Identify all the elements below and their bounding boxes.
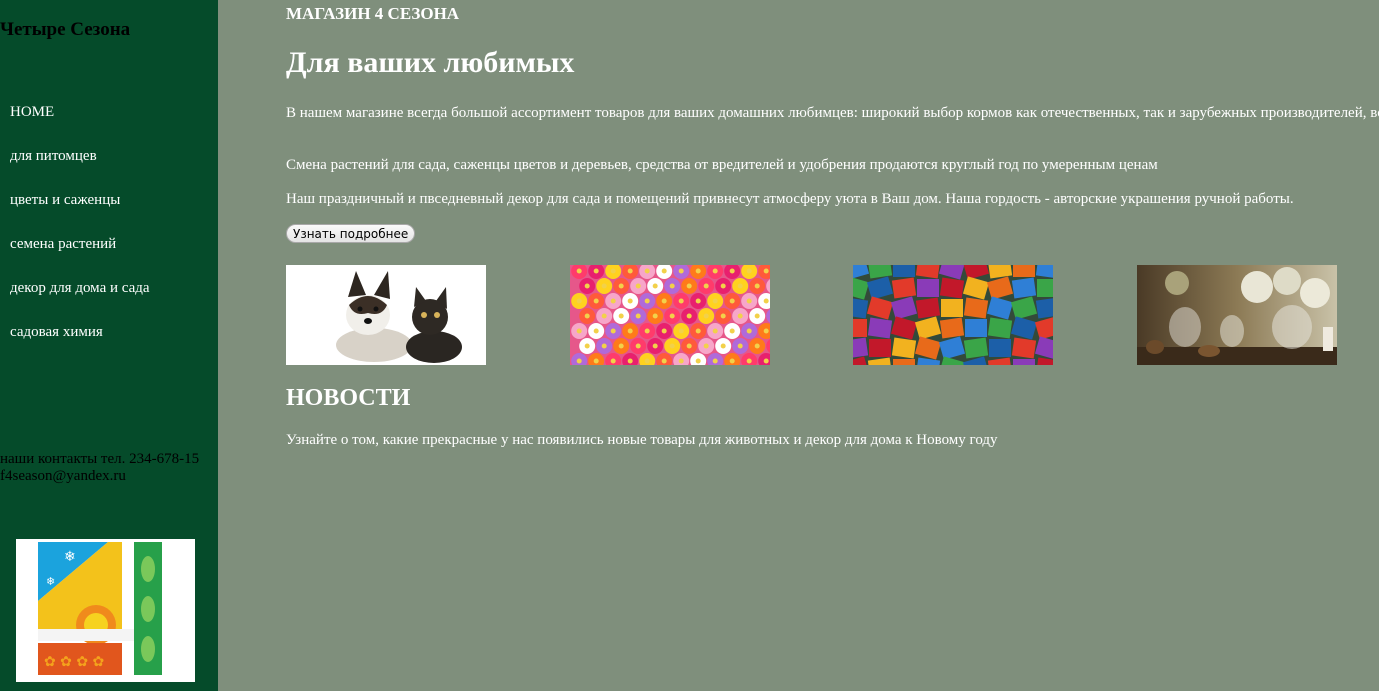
contacts: наши контакты тел. 234-678-15 f4season@y… [0,451,199,485]
pets-image [286,265,486,365]
decor-image [1137,265,1337,365]
flowers-image [570,265,770,365]
contact-phone: наши контакты тел. 234-678-15 [0,451,200,467]
intro-paragraph-decor: Наш праздничный и пвседневный декор для … [286,191,1294,207]
seeds-image [853,265,1053,365]
nav-item-flowers[interactable]: цветы и саженцы [10,191,150,235]
nav-item-garden-chemistry[interactable]: садовая химия [10,323,150,367]
sidebar: Четыре Сезона HOME для питомцев цветы и … [0,0,218,691]
svg-text:✿ ✿ ✿ ✿: ✿ ✿ ✿ ✿ [44,654,104,670]
main-content: МАГАЗИН 4 СЕЗОНА Для ваших любимых В наш… [286,0,1379,691]
page-headline: Для ваших любимых [286,46,575,79]
intro-paragraph-pets: В нашем магазине всегда большой ассортим… [286,105,1379,121]
svg-text:❄: ❄ [64,549,76,565]
learn-more-button[interactable]: Узнать подробнее [286,224,416,243]
four-seasons-logo: ❄ ❄ ✿ ✿ ✿ ✿ [16,539,195,682]
nav-item-home[interactable]: HOME [10,103,150,147]
brand-title: Четыре Сезона [0,19,131,40]
nav-item-pets[interactable]: для питомцев [10,147,150,191]
svg-text:❄: ❄ [46,575,55,588]
sidebar-nav: HOME для питомцев цветы и саженцы семена… [10,103,150,367]
nav-item-decor[interactable]: декор для дома и сада [10,279,150,323]
intro-paragraph-plants: Смена растений для сада, саженцы цветов … [286,157,1158,173]
news-title: НОВОСТИ [286,385,411,411]
contact-email: f4season@yandex.ru [0,468,126,484]
nav-item-seeds[interactable]: семена растений [10,235,150,279]
store-name: МАГАЗИН 4 СЕЗОНА [286,4,460,23]
news-text: Узнайте о том, какие прекрасные у нас по… [286,432,998,448]
